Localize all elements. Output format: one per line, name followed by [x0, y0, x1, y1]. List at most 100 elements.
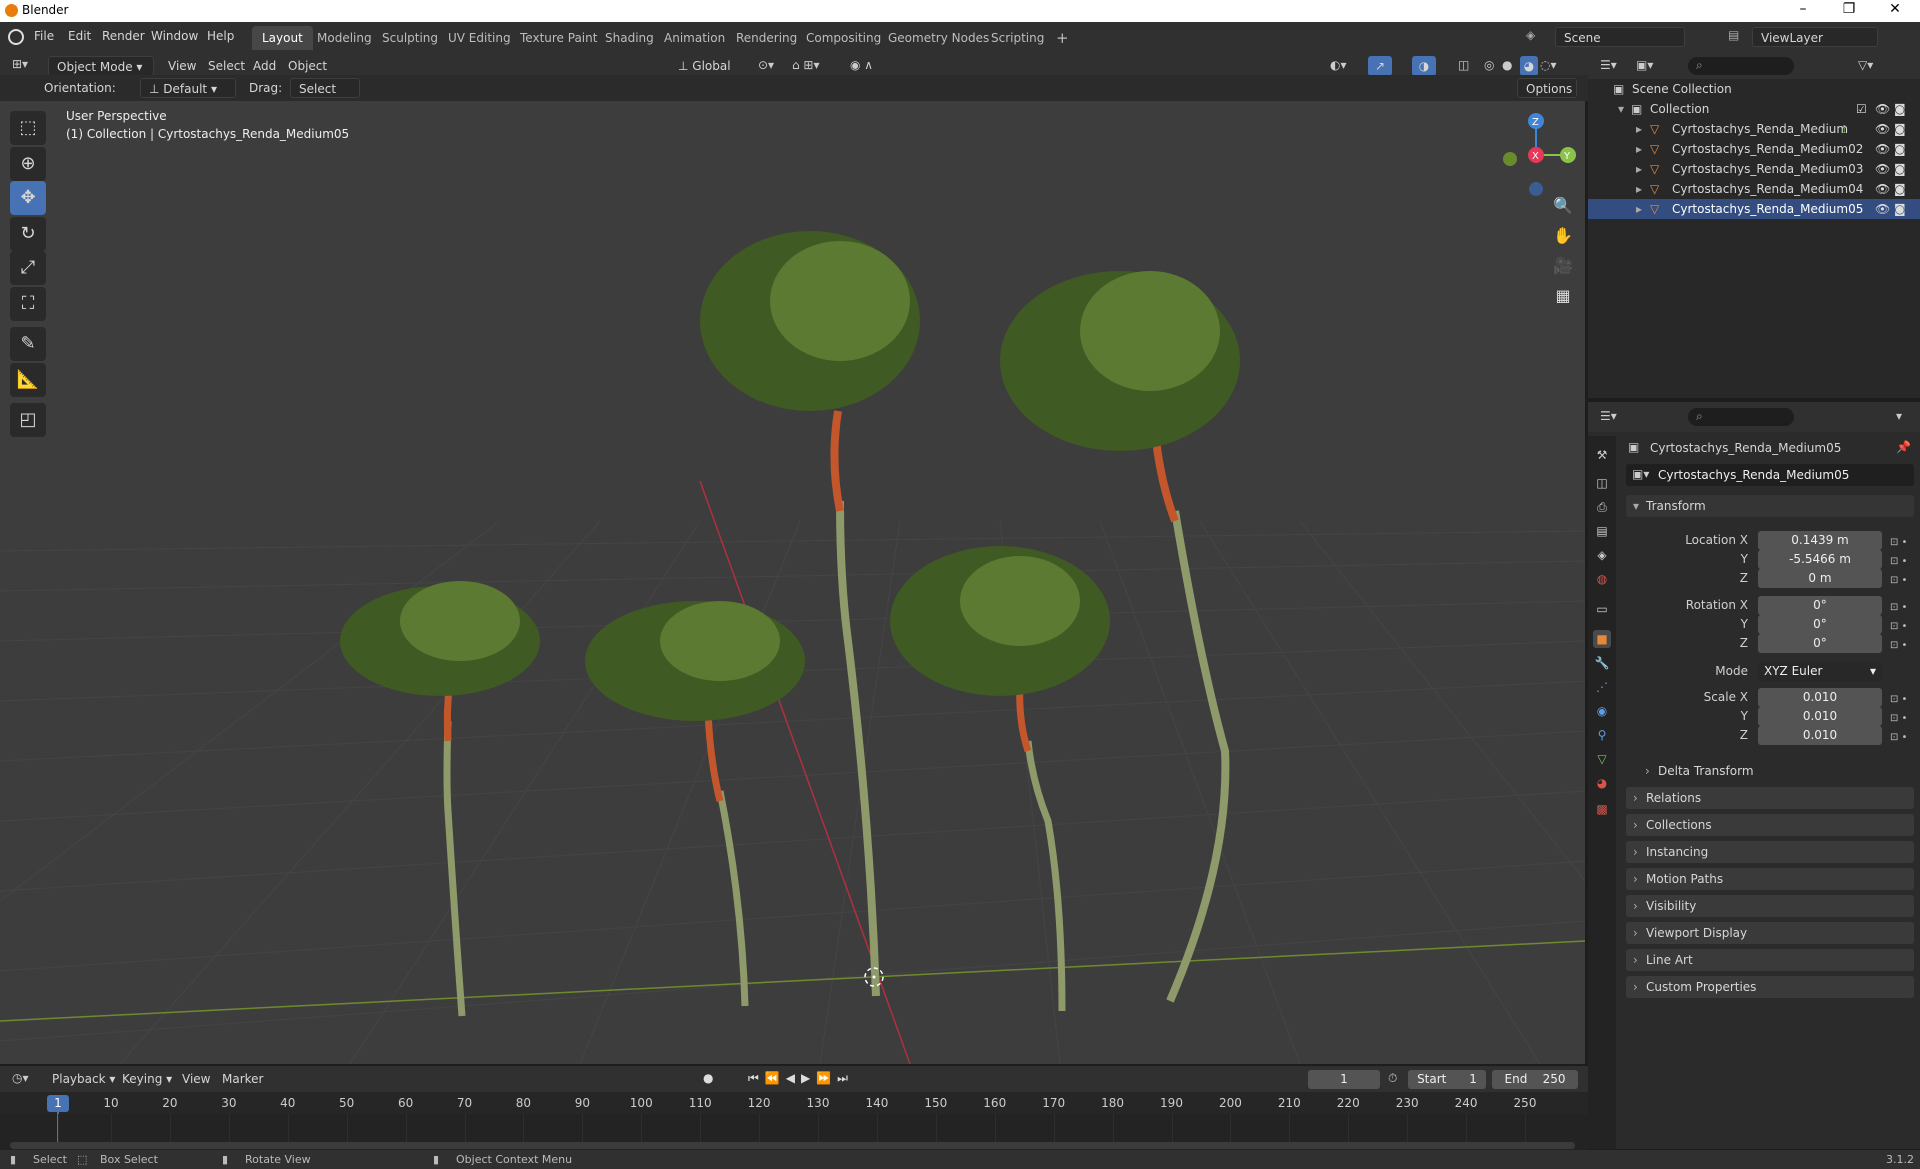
rotation-y-field[interactable]: 0° [1758, 615, 1882, 634]
tab-compositing[interactable]: Compositing [796, 26, 891, 50]
visibility-panel[interactable]: › Visibility [1626, 895, 1914, 917]
eye-icon[interactable]: 👁 [1875, 159, 1890, 179]
current-frame-field[interactable]: 1 [1308, 1070, 1380, 1089]
3d-viewport[interactable]: ⬚ ⊕ ✥ ↻ ⤢ ⛶ ✎ 📐 ◰ User Perspective (1) C… [0, 101, 1585, 1064]
tab-sculpting[interactable]: Sculpting [372, 26, 448, 50]
expand-arrow-icon[interactable]: ▸ [1636, 139, 1642, 159]
timeline-menu-playback[interactable]: Playback ▾ [52, 1072, 115, 1086]
scale-tool-icon[interactable]: ⤢ [10, 251, 46, 285]
collection-tab-icon[interactable]: ▭ [1593, 600, 1611, 618]
delta-transform-subpanel[interactable]: › Delta Transform [1638, 760, 1914, 782]
camera-icon[interactable]: 🎥 [1549, 252, 1577, 280]
constraints-tab-icon[interactable]: ⚲ [1593, 726, 1611, 744]
maximize-icon[interactable]: ❐ [1834, 1, 1864, 17]
outliner-item[interactable]: ▸ ▽ Cyrtostachys_Renda_Medium04 👁 ◙ [1588, 179, 1920, 199]
custom-properties-panel[interactable]: › Custom Properties [1626, 976, 1914, 998]
end-frame-field[interactable]: End 250 [1492, 1070, 1578, 1089]
timeline-menu-keying[interactable]: Keying ▾ [122, 1072, 172, 1086]
palm-tree-4[interactable] [890, 546, 1110, 1012]
add-cube-tool-icon[interactable]: ◰ [10, 403, 46, 437]
scale-z-field[interactable]: 0.010 [1758, 726, 1882, 745]
add-workspace-button[interactable]: + [1046, 26, 1079, 50]
menu-help[interactable]: Help [207, 29, 234, 43]
modifier-tab-icon[interactable]: 🔧 [1593, 654, 1611, 672]
select-box-tool-icon[interactable]: ⬚ [10, 111, 46, 145]
xray-icon[interactable]: ◫ [1458, 58, 1469, 72]
viewlayer-icon[interactable]: ▤ [1728, 28, 1739, 42]
material-tab-icon[interactable]: ◕ [1593, 774, 1611, 792]
outliner-item[interactable]: ▸ ▽ Cyrtostachys_Renda_Medium02 👁 ◙ [1588, 139, 1920, 159]
relations-panel[interactable]: › Relations [1626, 787, 1914, 809]
render-tab-icon[interactable]: ◫ [1593, 474, 1611, 492]
overlay-toggle-icon[interactable]: ◑ [1412, 56, 1436, 76]
palm-tree-2[interactable] [585, 601, 805, 1007]
location-y-field[interactable]: -5.5466 m [1758, 550, 1882, 569]
timeline-editor-icon[interactable]: ◷▾ [12, 1071, 29, 1085]
annotate-tool-icon[interactable]: ✎ [10, 327, 46, 361]
ortho-grid-icon[interactable]: ▦ [1549, 282, 1577, 310]
proportional-edit-icon[interactable]: ◉ ∧ [850, 58, 873, 72]
physics-tab-icon[interactable]: ◉ [1593, 702, 1611, 720]
menu-render[interactable]: Render [102, 29, 145, 43]
timeline-menu-view[interactable]: View [182, 1072, 210, 1086]
properties-editor-icon[interactable]: ☰▾ [1600, 409, 1617, 423]
collections-panel[interactable]: › Collections [1626, 814, 1914, 836]
blender-menu-icon[interactable] [8, 29, 24, 45]
properties-options-icon[interactable]: ▾ [1896, 409, 1902, 423]
outliner-search-input[interactable]: ⌕ [1688, 57, 1794, 75]
close-icon[interactable]: ✕ [1880, 1, 1910, 17]
menu-edit[interactable]: Edit [68, 29, 91, 43]
outliner-editor-icon[interactable]: ☰▾ [1600, 58, 1617, 72]
camera-render-icon[interactable]: ◙ [1894, 119, 1906, 139]
collection-checkbox-icon[interactable]: ☑ [1856, 99, 1867, 119]
expand-arrow-icon[interactable]: ▸ [1636, 119, 1642, 139]
camera-render-icon[interactable]: ◙ [1894, 159, 1906, 179]
expand-arrow-icon[interactable]: ▸ [1636, 179, 1642, 199]
menu-window[interactable]: Window [151, 29, 198, 43]
output-tab-icon[interactable]: ⎙ [1593, 498, 1611, 516]
transform-panel-header[interactable]: ▾ Transform [1626, 495, 1914, 517]
record-icon[interactable]: ● [703, 1071, 713, 1085]
properties-search-input[interactable]: ⌕ [1688, 408, 1794, 426]
visibility-icon[interactable]: ◐▾ [1330, 58, 1347, 72]
editor-type-icon[interactable]: ⊞▾ [12, 57, 28, 71]
rotation-mode-dropdown[interactable]: XYZ Euler ▾ [1758, 662, 1882, 681]
scene-icon[interactable]: ◈ [1526, 28, 1535, 42]
eye-icon[interactable]: 👁 [1875, 199, 1890, 219]
viewlayer-selector[interactable]: ViewLayer [1752, 27, 1878, 47]
viewport-display-panel[interactable]: › Viewport Display [1626, 922, 1914, 944]
object-tab-icon[interactable]: ■ [1593, 630, 1611, 648]
camera-render-icon[interactable]: ◙ [1894, 199, 1906, 219]
object-name-field[interactable]: ▣▾ Cyrtostachys_Renda_Medium05 [1626, 464, 1914, 486]
camera-render-icon[interactable]: ◙ [1894, 99, 1906, 119]
world-tab-icon[interactable]: ◍ [1593, 570, 1611, 588]
palm-tree-1[interactable] [340, 581, 540, 1017]
tab-animation[interactable]: Animation [654, 26, 735, 50]
menu-file[interactable]: File [34, 29, 54, 43]
texture-tab-icon[interactable]: ▩ [1593, 800, 1611, 818]
location-z-field[interactable]: 0 m [1758, 569, 1882, 588]
tab-modeling[interactable]: Modeling [307, 26, 382, 50]
scale-x-field[interactable]: 0.010 [1758, 688, 1882, 707]
display-mode-icon[interactable]: ▣▾ [1636, 58, 1653, 72]
rotate-tool-icon[interactable]: ↻ [10, 217, 46, 251]
snap-icon[interactable]: ⌂ ⊞▾ [792, 58, 820, 72]
scene-tab-icon[interactable]: ◈ [1593, 546, 1611, 564]
eye-icon[interactable]: 👁 [1875, 99, 1890, 119]
timeline-scrollbar[interactable] [10, 1142, 1575, 1149]
eye-icon[interactable]: 👁 [1875, 119, 1890, 139]
outliner-item[interactable]: ▸ ▽ Cyrtostachys_Renda_Medium03 👁 ◙ [1588, 159, 1920, 179]
wireframe-shading-icon[interactable]: ◎ [1484, 58, 1494, 72]
location-x-field[interactable]: 0.1439 m [1758, 531, 1882, 550]
view-layer-tab-icon[interactable]: ▤ [1593, 522, 1611, 540]
scale-lock-icons[interactable]: ⊡ • ⊡ • ⊡ • [1890, 690, 1907, 747]
rendered-shading-icon[interactable]: ◌▾ [1540, 58, 1557, 72]
tab-uv-editing[interactable]: UV Editing [438, 26, 521, 50]
instancing-panel[interactable]: › Instancing [1626, 841, 1914, 863]
tab-layout[interactable]: Layout [252, 26, 313, 50]
expand-arrow-icon[interactable]: ▸ [1636, 199, 1642, 219]
material-shading-icon[interactable]: ◕ [1520, 56, 1538, 76]
motion-paths-panel[interactable]: › Motion Paths [1626, 868, 1914, 890]
move-tool-icon[interactable]: ✥ [10, 181, 46, 215]
camera-render-icon[interactable]: ◙ [1894, 179, 1906, 199]
